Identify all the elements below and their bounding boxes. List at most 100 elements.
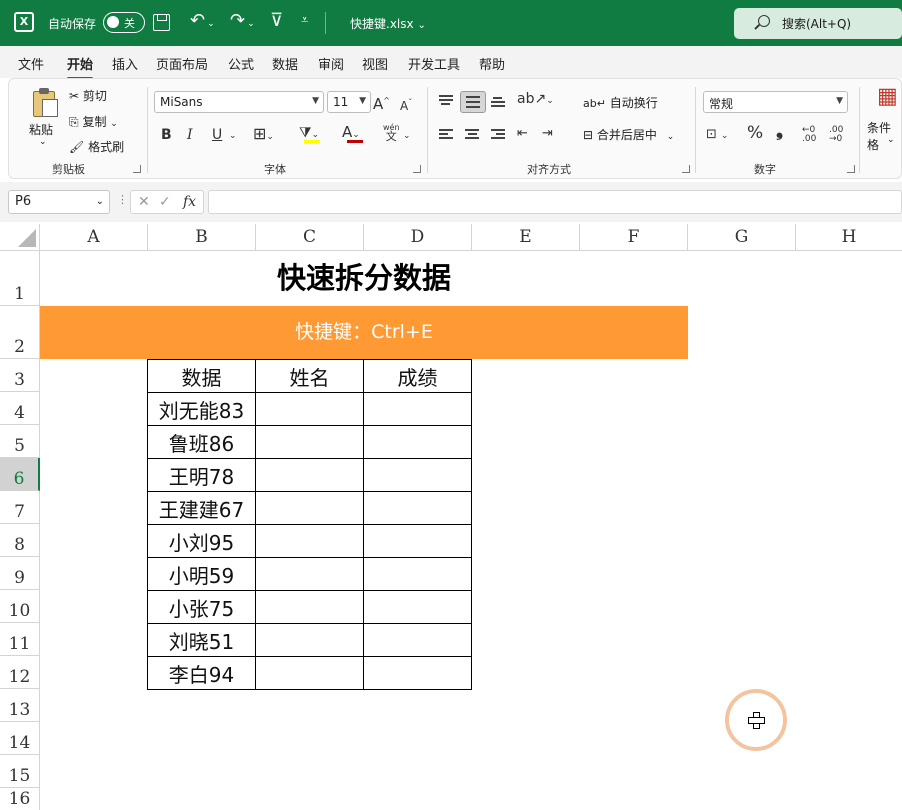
- shrink-font-button[interactable]: Aˇ: [400, 95, 412, 114]
- score-cell[interactable]: [363, 623, 472, 657]
- score-cell[interactable]: [363, 557, 472, 591]
- insert-function-button[interactable]: fx: [183, 194, 196, 210]
- more-options-icon[interactable]: ⋮: [117, 193, 128, 206]
- row-header-5[interactable]: 5: [0, 425, 40, 458]
- grow-font-button[interactable]: A^: [373, 93, 390, 112]
- number-format-select[interactable]: 常规 ▼: [703, 91, 848, 113]
- name-cell[interactable]: [255, 392, 364, 426]
- tab-page-layout[interactable]: 页面布局: [156, 54, 208, 73]
- column-header-g[interactable]: G: [688, 224, 796, 251]
- customize-qat-button[interactable]: ⩡: [301, 11, 308, 31]
- save-icon[interactable]: [153, 14, 170, 31]
- column-header-d[interactable]: D: [364, 224, 472, 251]
- row-header-12[interactable]: 12: [0, 656, 40, 689]
- data-cell[interactable]: 刘无能83: [147, 392, 256, 426]
- cut-button[interactable]: ✂ 剪切: [69, 87, 107, 104]
- row-header-4[interactable]: 4: [0, 392, 40, 425]
- data-cell[interactable]: 王建建67: [147, 491, 256, 525]
- score-cell[interactable]: [363, 590, 472, 624]
- percent-style-button[interactable]: %: [747, 125, 763, 142]
- tab-developer[interactable]: 开发工具: [408, 54, 460, 73]
- decrease-indent-icon[interactable]: ⇤: [517, 126, 528, 142]
- row-header-14[interactable]: 14: [0, 722, 40, 755]
- copy-button[interactable]: ⎘ 复制 ⌄: [69, 113, 118, 130]
- name-cell[interactable]: [255, 656, 364, 690]
- name-cell[interactable]: [255, 458, 364, 492]
- filter-button[interactable]: ⊽: [270, 11, 283, 31]
- number-launcher-icon[interactable]: [847, 165, 855, 173]
- merge-center-button[interactable]: ⊟ 合并后居中 ⌄: [583, 126, 674, 143]
- data-cell[interactable]: 刘晓51: [147, 623, 256, 657]
- sheet-title-cell[interactable]: 快速拆分数据: [40, 251, 688, 306]
- formula-input[interactable]: [208, 190, 902, 214]
- tab-home[interactable]: 开始: [67, 54, 94, 80]
- paste-button[interactable]: 粘贴: [29, 121, 53, 138]
- redo-button[interactable]: ↷ ⌄: [230, 11, 255, 34]
- tab-insert[interactable]: 插入: [112, 54, 138, 73]
- undo-button[interactable]: ↶ ⌄: [190, 11, 215, 34]
- row-header-13[interactable]: 13: [0, 689, 40, 722]
- enter-icon[interactable]: ✓: [159, 194, 171, 210]
- tab-data[interactable]: 数据: [272, 54, 298, 73]
- row-header-2[interactable]: 2: [0, 306, 40, 359]
- data-cell[interactable]: 小明59: [147, 557, 256, 591]
- cancel-icon[interactable]: ✕: [138, 194, 150, 210]
- font-launcher-icon[interactable]: [413, 165, 421, 173]
- row-header-7[interactable]: 7: [0, 491, 40, 524]
- chevron-down-icon[interactable]: ⌄: [229, 128, 237, 144]
- conditional-formatting-icon[interactable]: ▦: [877, 86, 898, 108]
- clipboard-launcher-icon[interactable]: [133, 165, 141, 173]
- align-top-icon[interactable]: [439, 95, 453, 107]
- header-cell-name[interactable]: 姓名: [255, 359, 364, 393]
- increase-decimal-icon[interactable]: ←0.00: [802, 126, 816, 144]
- row-header-8[interactable]: 8: [0, 524, 40, 557]
- search-box[interactable]: 搜索(Alt+Q): [734, 8, 902, 39]
- format-painter-button[interactable]: 🖌 格式刷: [69, 138, 124, 155]
- data-cell[interactable]: 鲁班86: [147, 425, 256, 459]
- data-cell[interactable]: 李白94: [147, 656, 256, 690]
- font-size-select[interactable]: 11 ▼: [327, 91, 371, 113]
- italic-button[interactable]: I: [187, 127, 193, 143]
- score-cell[interactable]: [363, 458, 472, 492]
- name-cell[interactable]: [255, 623, 364, 657]
- bold-button[interactable]: B: [161, 127, 172, 143]
- file-name[interactable]: 快捷键.xlsx ⌄: [350, 15, 426, 32]
- name-cell[interactable]: [255, 524, 364, 558]
- column-header-b[interactable]: B: [148, 224, 256, 251]
- wrap-text-button[interactable]: ab↵ 自动换行: [583, 94, 658, 111]
- font-name-select[interactable]: MiSans ▼: [154, 91, 324, 113]
- name-cell[interactable]: [255, 425, 364, 459]
- column-header-c[interactable]: C: [256, 224, 364, 251]
- name-cell[interactable]: [255, 491, 364, 525]
- alignment-launcher-icon[interactable]: [682, 165, 690, 173]
- align-center-icon[interactable]: [465, 129, 479, 141]
- tab-file[interactable]: 文件: [18, 54, 44, 73]
- score-cell[interactable]: [363, 656, 472, 690]
- score-cell[interactable]: [363, 524, 472, 558]
- underline-button[interactable]: U: [212, 127, 222, 143]
- row-header-16[interactable]: 16: [0, 788, 40, 810]
- row-header-10[interactable]: 10: [0, 590, 40, 623]
- tab-formulas[interactable]: 公式: [228, 54, 254, 73]
- row-header-15[interactable]: 15: [0, 755, 40, 788]
- chevron-down-icon[interactable]: ⌄: [39, 137, 47, 147]
- row-header-6[interactable]: 6: [0, 458, 40, 491]
- autosave-toggle[interactable]: 关: [103, 12, 145, 33]
- tab-review[interactable]: 审阅: [318, 54, 344, 73]
- shortcut-banner-cell[interactable]: 快捷键：Ctrl+E: [40, 306, 688, 359]
- accounting-format-button[interactable]: ⊡ ⌄: [706, 127, 728, 144]
- column-header-a[interactable]: A: [40, 224, 148, 251]
- name-cell[interactable]: [255, 590, 364, 624]
- decrease-decimal-icon[interactable]: .00 →0: [829, 126, 843, 144]
- score-cell[interactable]: [363, 392, 472, 426]
- column-header-f[interactable]: F: [580, 224, 688, 251]
- row-header-9[interactable]: 9: [0, 557, 40, 590]
- select-all-button[interactable]: [0, 224, 40, 251]
- align-bottom-icon[interactable]: [491, 95, 505, 107]
- data-cell[interactable]: 小刘95: [147, 524, 256, 558]
- name-cell[interactable]: [255, 557, 364, 591]
- orientation-button[interactable]: ab↗⌄: [517, 91, 554, 109]
- borders-button[interactable]: ⊞⌄: [253, 126, 274, 145]
- tab-help[interactable]: 帮助: [479, 54, 505, 73]
- header-cell-data[interactable]: 数据: [147, 359, 256, 393]
